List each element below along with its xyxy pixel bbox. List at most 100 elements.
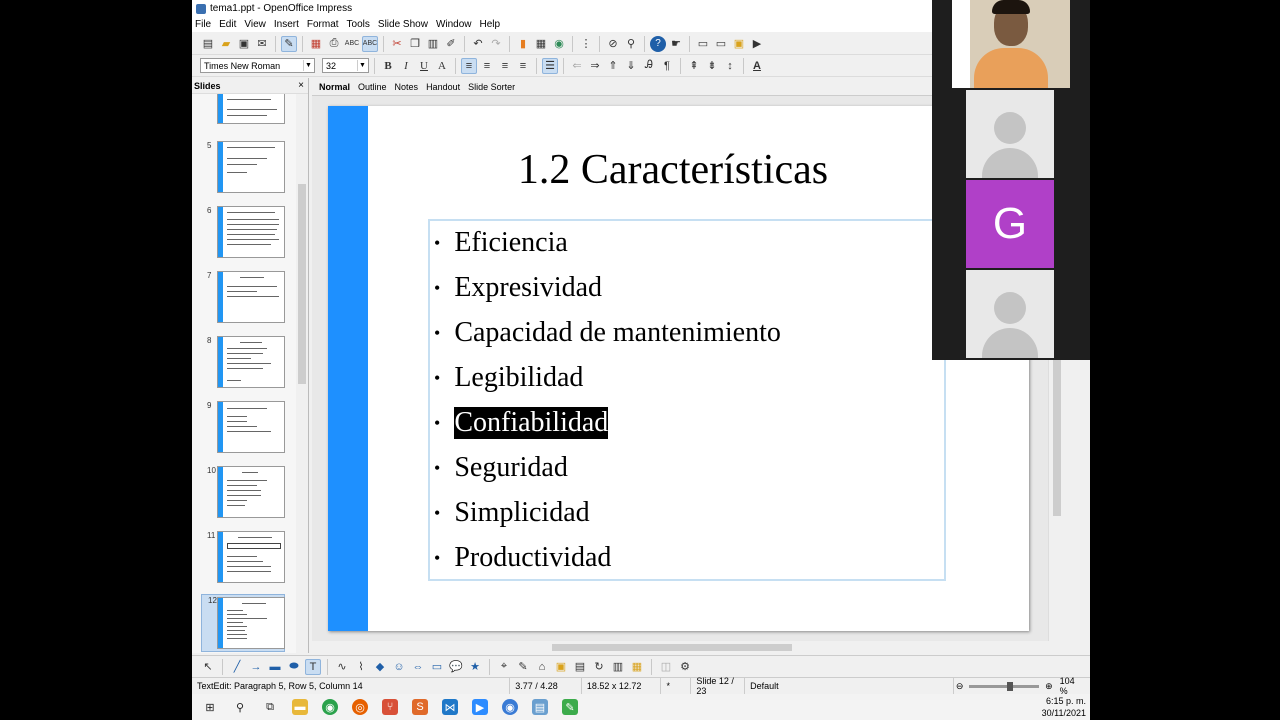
points-icon[interactable]: ⌖ (496, 659, 512, 675)
promote-icon[interactable]: ⇐ (569, 58, 585, 74)
slide-layout-icon[interactable]: ▭ (713, 36, 729, 52)
tab-normal[interactable]: Normal (319, 82, 350, 92)
slide-thumbnail[interactable]: 9 (201, 401, 285, 457)
email-icon[interactable]: ✉ (254, 36, 270, 52)
increase-spacing-icon[interactable]: ⇞ (686, 58, 702, 74)
whats-this-icon[interactable]: ☛ (668, 36, 684, 52)
bullet-item-selected[interactable]: • Confiabilidad (434, 403, 609, 443)
zoom-icon[interactable]: ⚲ (623, 36, 639, 52)
clone-format-icon[interactable]: ✐ (443, 36, 459, 52)
navigator-icon[interactable]: ◉ (551, 36, 567, 52)
menu-insert[interactable]: Insert (274, 19, 299, 30)
align-center-icon[interactable]: ≡ (479, 58, 495, 74)
align-right-icon[interactable]: ≡ (497, 58, 513, 74)
slide-thumbnail[interactable]: 11 (201, 531, 285, 587)
menu-format[interactable]: Format (307, 19, 339, 30)
chart-icon[interactable]: ▮ (515, 36, 531, 52)
block-arrows-icon[interactable]: ⇔ (410, 659, 426, 675)
zoom-slider-knob[interactable] (1007, 681, 1014, 691)
copy-icon[interactable]: ❐ (407, 36, 423, 52)
slide-thumbnail[interactable]: 7 (201, 271, 285, 327)
paragraph-icon[interactable]: ¶ (659, 58, 675, 74)
chrome-icon[interactable]: ◉ (322, 699, 338, 715)
glue-points-icon[interactable]: ✎ (515, 659, 531, 675)
close-icon[interactable]: × (298, 80, 308, 91)
bullets-icon[interactable]: ☰ (542, 57, 558, 74)
bullet-item[interactable]: • Expresividad (434, 268, 602, 308)
select-arrow-icon[interactable]: ↖ (200, 659, 216, 675)
visible-buttons-icon[interactable]: ⚙ (677, 659, 693, 675)
rotate-icon[interactable]: ↻ (591, 659, 607, 675)
ellipse-icon[interactable]: ⬬ (286, 659, 302, 675)
firefox-icon[interactable]: ◎ (352, 699, 368, 715)
bullet-item[interactable]: • Legibilidad (434, 358, 583, 398)
redo-icon[interactable]: ↷ (488, 36, 504, 52)
stars-icon[interactable]: ★ (467, 659, 483, 675)
zoom-slider[interactable] (969, 681, 1040, 691)
menu-view[interactable]: View (244, 19, 266, 30)
character-icon[interactable]: Ꭿ (641, 58, 657, 74)
gallery-icon[interactable]: ▤ (572, 659, 588, 675)
open-folder-icon[interactable]: ▰ (218, 36, 234, 52)
bullet-item[interactable]: • Simplicidad (434, 493, 590, 533)
slide-show-icon[interactable]: ▶ (749, 36, 765, 52)
bullet-item[interactable]: • Eficiencia (434, 223, 568, 263)
windows-start-icon[interactable]: ⊞ (202, 699, 218, 715)
table-icon[interactable]: ▦ (533, 36, 549, 52)
bullet-item[interactable]: • Capacidad de mantenimiento (434, 313, 781, 353)
menu-help[interactable]: Help (480, 19, 501, 30)
display-views-icon[interactable]: ▭ (695, 36, 711, 52)
horizontal-scrollbar[interactable] (312, 641, 1048, 653)
justify-icon[interactable]: ≡ (515, 58, 531, 74)
slide-thumbnail[interactable]: 5 (201, 141, 285, 197)
edit-file-icon[interactable]: ✎ (281, 35, 297, 52)
slides-scrollbar[interactable] (296, 94, 308, 653)
paste-icon[interactable]: ▥ (425, 36, 441, 52)
tab-outline[interactable]: Outline (358, 82, 387, 92)
participant-tile[interactable] (966, 270, 1054, 358)
status-zoom[interactable]: 104 % (1055, 676, 1090, 696)
no-entry-icon[interactable]: ⊘ (605, 36, 621, 52)
zoom-app-icon[interactable]: ▶ (472, 699, 488, 715)
slide-design-icon[interactable]: ▣ (731, 36, 747, 52)
file-explorer-icon[interactable]: ▬ (292, 699, 308, 715)
decrease-spacing-icon[interactable]: ⇟ (704, 58, 720, 74)
search-icon[interactable]: ⚲ (232, 699, 248, 715)
sublime-icon[interactable]: S (412, 699, 428, 715)
export-pdf-icon[interactable]: ▦ (308, 36, 324, 52)
horizontal-scrollbar-thumb[interactable] (552, 644, 792, 651)
tab-notes[interactable]: Notes (395, 82, 419, 92)
connector-icon[interactable]: ⌇ (353, 659, 369, 675)
menu-edit[interactable]: Edit (219, 19, 236, 30)
slide-body-textbox[interactable]: • Eficiencia • Expresividad • Capacidad de … (428, 219, 946, 581)
chevron-down-icon[interactable]: ▼ (303, 60, 313, 71)
font-color-icon[interactable]: A (749, 58, 765, 74)
font-size-combo[interactable]: 32 ▼ (322, 58, 369, 73)
undo-icon[interactable]: ↶ (470, 36, 486, 52)
tab-slide-sorter[interactable]: Slide Sorter (468, 82, 515, 92)
help-icon[interactable]: ? (650, 35, 666, 52)
shadow-icon[interactable]: A (434, 58, 450, 74)
openoffice-icon[interactable]: ▤ (532, 699, 548, 715)
demote-icon[interactable]: ⇒ (587, 58, 603, 74)
bold-icon[interactable]: B (380, 58, 396, 74)
rectangle-icon[interactable]: ▬ (267, 659, 283, 675)
zoom-in-icon[interactable]: ⊕ (1043, 678, 1055, 694)
slide-thumbnail-selected[interactable]: 12 (201, 594, 285, 652)
menu-slide-show[interactable]: Slide Show (378, 19, 428, 30)
move-down-icon[interactable]: ⇓ (623, 58, 639, 74)
current-slide[interactable]: 1.2 Características • Eficiencia • Expresi… (328, 106, 1029, 631)
arrange-icon[interactable]: ▦ (629, 659, 645, 675)
print-icon[interactable]: ⎙ (326, 36, 342, 52)
line-icon[interactable]: ╱ (229, 659, 245, 675)
system-clock[interactable]: 6:15 p. m. 30/11/2021 (1042, 694, 1086, 719)
vscode-icon[interactable]: ⋈ (442, 699, 458, 715)
menu-tools[interactable]: Tools (347, 19, 370, 30)
curve-icon[interactable]: ∿ (334, 659, 350, 675)
save-icon[interactable]: ▣ (236, 36, 252, 52)
bullet-item[interactable]: • Productividad (434, 538, 611, 578)
tab-handout[interactable]: Handout (426, 82, 460, 92)
chrome-alt-icon[interactable]: ◉ (502, 699, 518, 715)
font-name-combo[interactable]: Times New Roman ▼ (200, 58, 315, 73)
fontwork-icon[interactable]: ⌂ (534, 659, 550, 675)
